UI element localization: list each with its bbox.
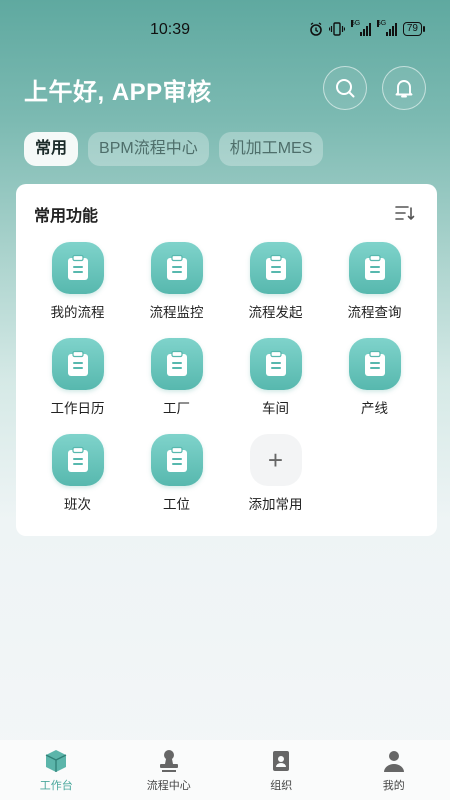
function-icon-tile <box>150 242 203 294</box>
nav-label: 流程中心 <box>146 780 191 792</box>
nav-organization[interactable]: 组织 <box>225 740 338 800</box>
search-icon <box>336 79 355 98</box>
function-item[interactable]: 工位 <box>127 434 226 516</box>
function-item[interactable]: 产线 <box>325 338 424 420</box>
clipboard-icon <box>166 350 187 376</box>
function-icon-tile <box>249 338 302 390</box>
sort-icon[interactable] <box>395 204 415 222</box>
function-icon-tile <box>348 338 401 390</box>
clipboard-icon <box>67 254 88 280</box>
vibrate-icon <box>328 22 345 36</box>
tab-common[interactable]: 常用 <box>24 132 79 166</box>
function-item[interactable]: 流程查询 <box>325 242 424 324</box>
nav-workbench[interactable]: 工作台 <box>0 740 113 800</box>
function-icon-tile <box>249 242 302 294</box>
nav-label: 工作台 <box>39 780 73 792</box>
function-icon-tile <box>51 242 104 294</box>
clipboard-icon <box>265 350 286 376</box>
signal-5g-icon-2: 5G <box>376 20 397 36</box>
clipboard-icon <box>364 350 385 376</box>
function-label: 工位 <box>163 497 190 512</box>
function-label: 工厂 <box>163 401 190 416</box>
function-item[interactable]: 班次 <box>28 434 127 516</box>
clipboard-icon <box>166 446 187 472</box>
function-icon-tile <box>150 338 203 390</box>
search-button[interactable] <box>323 66 367 110</box>
function-item[interactable]: 流程监控 <box>127 242 226 324</box>
function-item[interactable]: 工厂 <box>127 338 226 420</box>
function-label: 车间 <box>262 401 289 416</box>
category-tabs: 常用 BPM流程中心 机加工MES <box>24 132 324 166</box>
stamp-icon <box>159 750 178 772</box>
person-icon <box>383 751 404 772</box>
organization-icon <box>273 751 290 771</box>
nav-label: 组织 <box>270 780 293 792</box>
battery-indicator: 79 <box>402 22 426 36</box>
function-item[interactable]: 我的流程 <box>28 242 127 324</box>
status-icons: 5G 5G 79 <box>309 20 426 36</box>
function-label: 班次 <box>64 497 91 512</box>
notification-button[interactable] <box>382 66 426 110</box>
bell-icon <box>395 80 413 98</box>
tab-machining-mes[interactable]: 机加工MES <box>218 132 324 166</box>
function-label: 工作日历 <box>50 401 105 416</box>
function-grid: 我的流程 流程监控 流程发起 流程查询工作日历 工厂 车间 产线班次 工位 + 添加常用 <box>28 242 424 516</box>
add-common-label: 添加常用 <box>248 497 303 512</box>
function-label: 流程查询 <box>347 305 402 320</box>
function-item[interactable]: 工作日历 <box>28 338 127 420</box>
add-common-button[interactable]: + 添加常用 <box>226 434 325 516</box>
clipboard-icon <box>67 446 88 472</box>
signal-5g-icon-1: 5G <box>350 20 371 36</box>
function-icon-tile <box>51 434 104 486</box>
plus-icon: + <box>249 434 302 486</box>
function-icon-tile <box>348 242 401 294</box>
function-icon-tile <box>51 338 104 390</box>
function-label: 我的流程 <box>50 305 105 320</box>
tab-bpm-process-center[interactable]: BPM流程中心 <box>88 132 209 166</box>
function-label: 流程发起 <box>248 305 303 320</box>
card-title: 常用功能 <box>34 208 99 225</box>
clipboard-icon <box>67 350 88 376</box>
clipboard-icon <box>166 254 187 280</box>
status-bar: 10:39 5G 5G 79 <box>0 0 450 60</box>
function-item[interactable]: 车间 <box>226 338 325 420</box>
nav-label: 我的 <box>382 780 405 792</box>
alarm-icon <box>310 22 322 36</box>
function-label: 产线 <box>361 401 388 416</box>
clipboard-icon <box>364 254 385 280</box>
status-time: 10:39 <box>150 21 191 38</box>
clipboard-icon <box>265 254 286 280</box>
nav-process-center[interactable]: 流程中心 <box>113 740 226 800</box>
greeting-title: 上午好, APP审核 <box>24 79 212 106</box>
cube-icon <box>45 750 67 772</box>
function-item[interactable]: 流程发起 <box>226 242 325 324</box>
nav-mine[interactable]: 我的 <box>338 740 450 800</box>
function-label: 流程监控 <box>149 305 204 320</box>
common-functions-card: 常用功能 我的流程 流程监控 流程发起 流程查询工作日历 工厂 车间 产线班次 工位 + 添加常用 <box>16 184 437 536</box>
bottom-nav: 工作台 流程中心 组织 我的 <box>0 740 450 800</box>
function-icon-tile <box>150 434 203 486</box>
